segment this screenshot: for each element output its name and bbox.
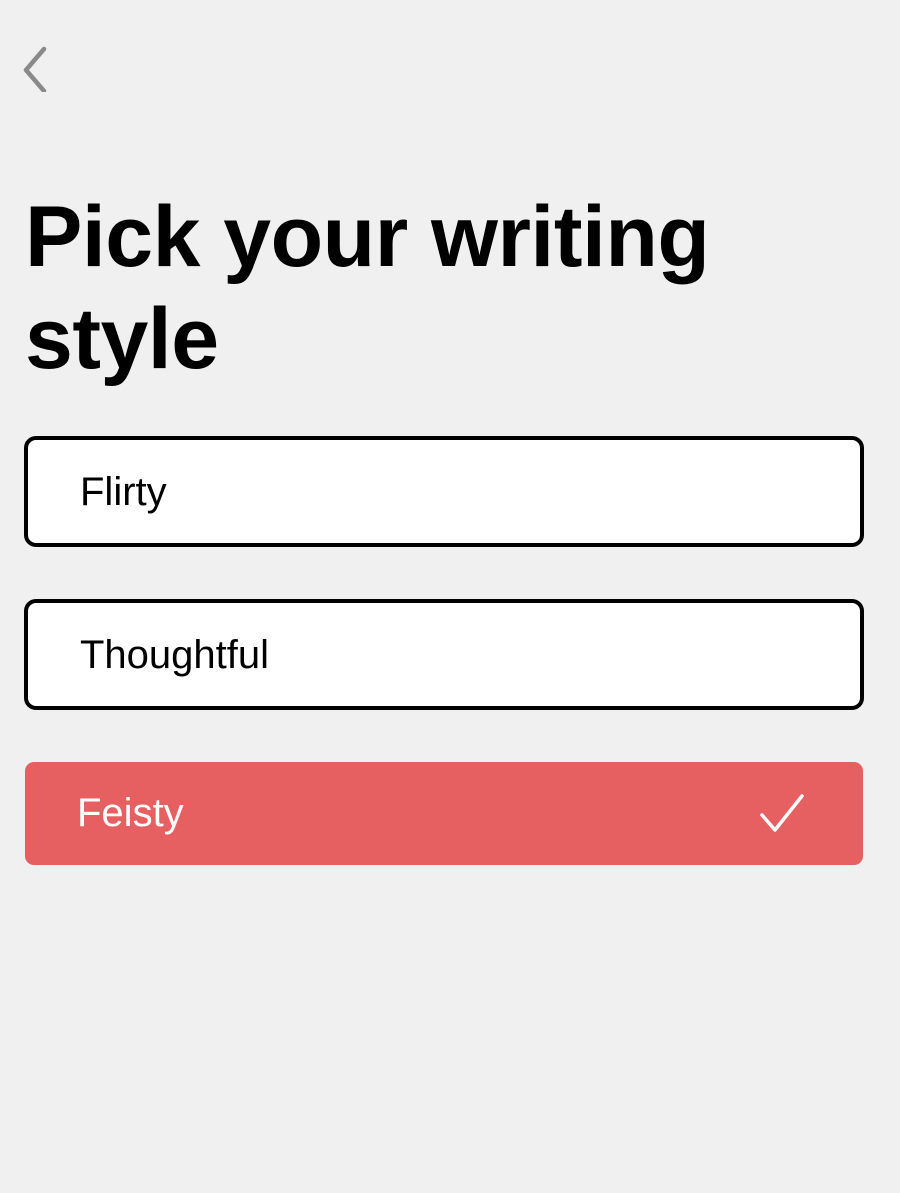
option-thoughtful[interactable]: Thoughtful [24, 599, 864, 710]
back-button[interactable] [10, 40, 58, 96]
option-label: Thoughtful [80, 633, 270, 677]
writing-style-options: Flirty Thoughtful Feisty [24, 436, 864, 917]
option-label: Feisty [77, 791, 184, 835]
chevron-left-icon [23, 46, 47, 92]
page-title: Pick your writing style [25, 189, 710, 387]
option-flirty[interactable]: Flirty [24, 436, 864, 547]
option-label: Flirty [80, 470, 167, 514]
check-icon [760, 794, 804, 832]
option-feisty[interactable]: Feisty [25, 762, 863, 865]
